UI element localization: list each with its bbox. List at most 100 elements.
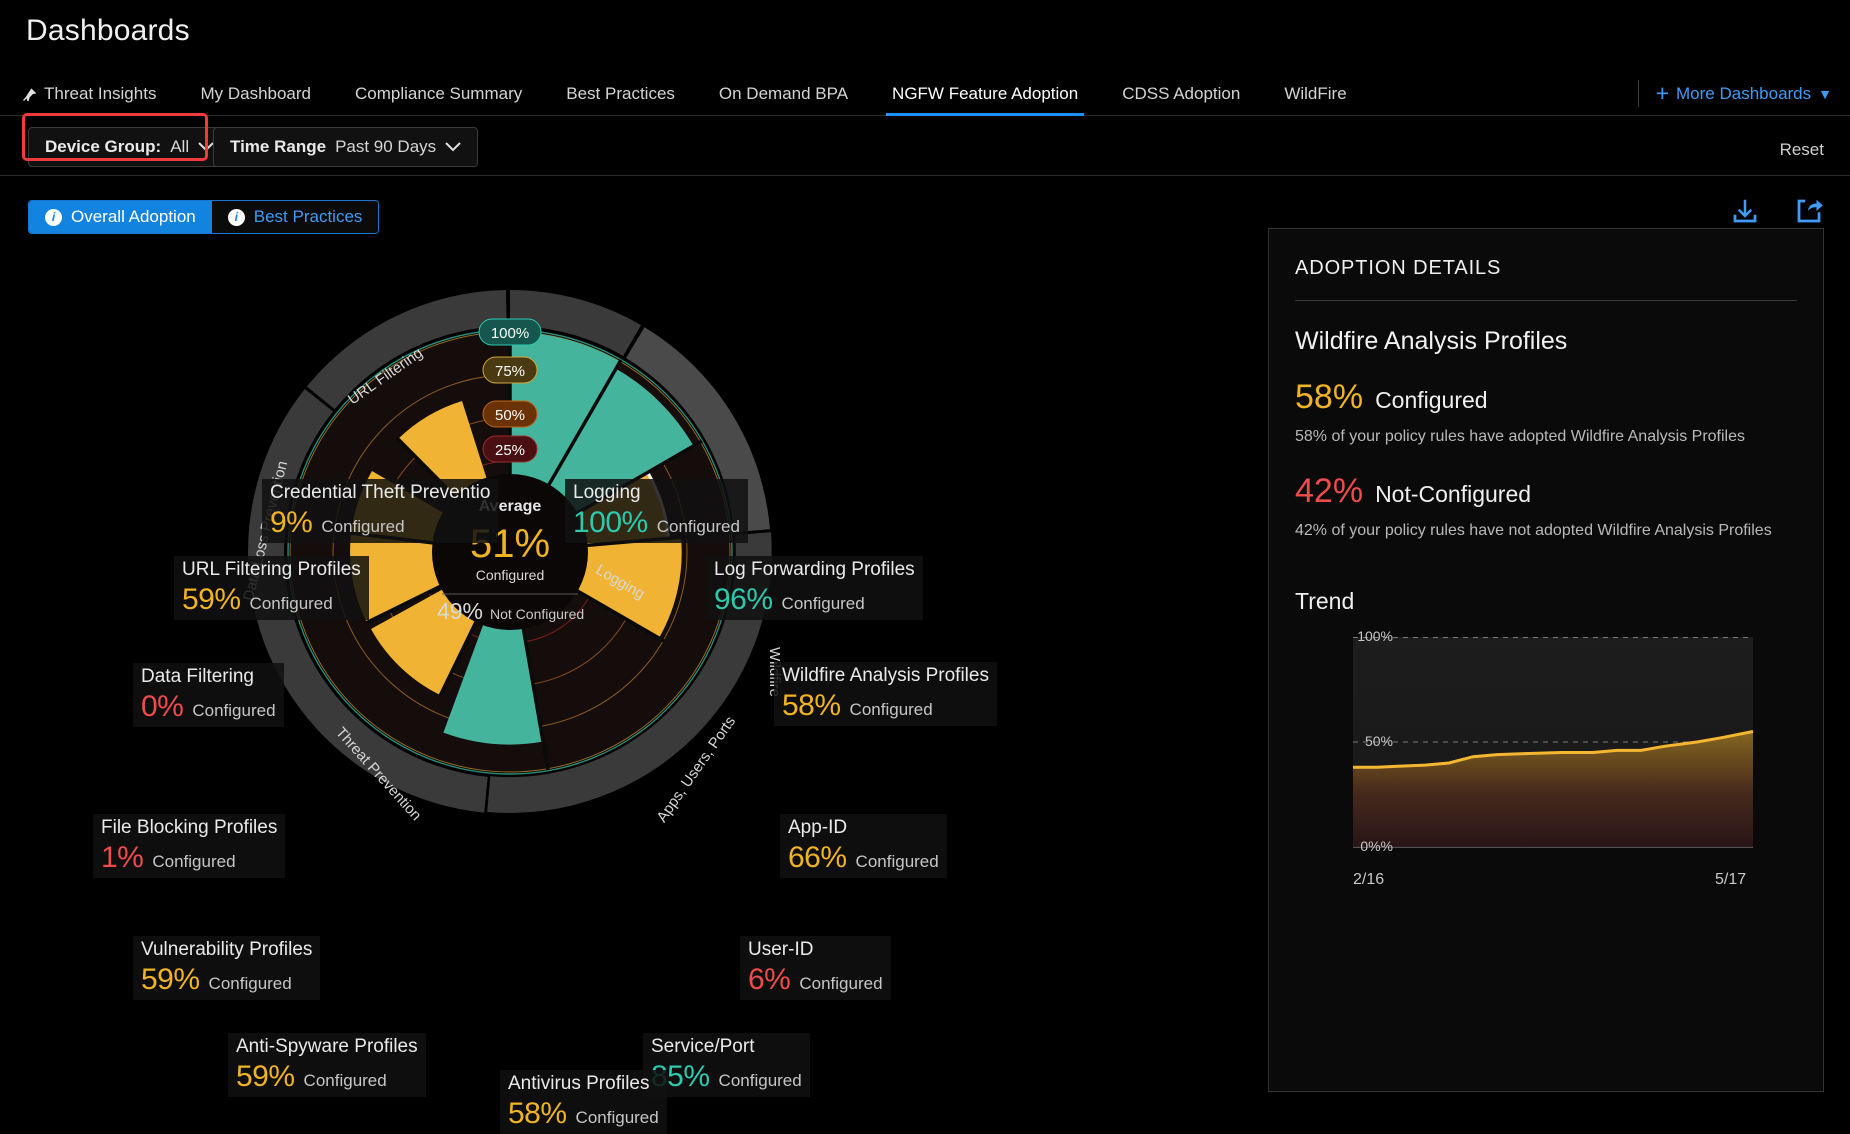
trend-x-tick-start: 2/16	[1353, 871, 1384, 889]
info-icon: i	[45, 209, 62, 226]
plus-icon: +	[1656, 82, 1669, 105]
chart-label-value-row: 85%Configured	[651, 1060, 802, 1094]
download-icon[interactable]	[1730, 196, 1760, 231]
reset-button[interactable]: Reset	[1780, 140, 1824, 160]
chart-label-title: Data Filtering	[141, 666, 276, 688]
device-group-filter[interactable]: Device Group: All	[28, 127, 231, 167]
chevron-down-icon	[445, 142, 461, 152]
chart-label-percent: 59%	[182, 583, 241, 617]
tab-best-practices[interactable]: Best Practices	[544, 72, 697, 115]
trend-y-tick: 50%	[1365, 733, 1393, 749]
chart-label-suffix: Configured	[856, 852, 939, 872]
configured-stat-row: 58% Configured	[1295, 378, 1797, 417]
chart-label-percent: 66%	[788, 841, 847, 875]
chart-label-vulnerability-profiles[interactable]: Vulnerability Profiles59%Configured	[133, 936, 320, 1000]
segment-label: Best Practices	[254, 207, 363, 227]
chart-label-suffix: Configured	[657, 517, 740, 537]
pin-icon	[22, 87, 36, 101]
device-group-value: All	[170, 137, 189, 157]
chevron-down-icon: ▼	[1818, 86, 1832, 102]
svg-text:50%: 50%	[495, 407, 525, 424]
chart-label-value-row: 100%Configured	[573, 506, 740, 540]
chart-label-percent: 6%	[748, 963, 790, 997]
center-not-configured-pct: 49%	[437, 598, 483, 624]
dashboard-tabbar: Threat InsightsMy Dashboard Compliance Su…	[0, 72, 1850, 116]
chart-label-percent: 58%	[508, 1097, 567, 1131]
trend-y-tick: 100%	[1357, 628, 1393, 644]
chart-label-suffix: Configured	[192, 701, 275, 721]
device-group-label: Device Group:	[45, 137, 161, 157]
chart-label-title: App-ID	[788, 817, 939, 839]
chart-label-title: Wildfire Analysis Profiles	[782, 665, 989, 687]
chart-label-title: Vulnerability Profiles	[141, 939, 312, 961]
tab-on-demand-bpa[interactable]: On Demand BPA	[697, 72, 870, 115]
chart-label-antivirus-profiles[interactable]: Antivirus Profiles58%Configured	[500, 1070, 667, 1134]
adoption-details-heading: ADOPTION DETAILS	[1295, 257, 1797, 280]
chart-label-logging[interactable]: Logging100%Configured	[565, 479, 748, 543]
configured-description: 58% of your policy rules have adopted Wi…	[1295, 425, 1797, 450]
chart-label-title: Service/Port	[651, 1036, 802, 1058]
chart-label-user-id[interactable]: User-ID6% Configured	[740, 936, 891, 1000]
not-configured-description: 42% of your policy rules have not adopte…	[1295, 519, 1797, 544]
chart-label-suffix: Configured	[209, 974, 292, 994]
chart-label-title: Log Forwarding Profiles	[714, 559, 915, 581]
chart-label-title: File Blocking Profiles	[101, 817, 277, 839]
chart-label-percent: 58%	[782, 689, 841, 723]
trend-y-tick: 0%%	[1360, 838, 1393, 854]
chart-label-suffix: Configured	[321, 517, 404, 537]
chart-label-value-row: 9%Configured	[270, 506, 490, 540]
chart-label-value-row: 6% Configured	[748, 963, 883, 997]
chart-label-url-filtering-profiles[interactable]: URL Filtering Profiles59% Configured	[174, 556, 369, 620]
chevron-down-icon	[198, 142, 214, 152]
svg-text:100%: 100%	[491, 325, 529, 342]
segment-best-practices[interactable]: i Best Practices	[212, 201, 379, 233]
tab-wildfire[interactable]: WildFire	[1262, 72, 1368, 115]
tab-ngfw-feature-adoption[interactable]: NGFW Feature Adoption	[870, 72, 1100, 115]
tab-label: Compliance Summary	[355, 84, 522, 104]
chart-label-app-id[interactable]: App-ID66% Configured	[780, 814, 947, 878]
chart-label-suffix: Configured	[250, 594, 333, 614]
chart-label-log-forwarding-profiles[interactable]: Log Forwarding Profiles96%Configured	[706, 556, 923, 620]
tab-label: WildFire	[1284, 84, 1346, 104]
not-configured-stat-row: 42% Not-Configured	[1295, 472, 1797, 511]
chart-label-credential-theft-preventio[interactable]: Credential Theft Preventio9%Configured	[262, 479, 498, 543]
center-not-configured-label: Not Configured	[490, 606, 584, 622]
divider	[1295, 300, 1797, 301]
tab-label: NGFW Feature Adoption	[892, 84, 1078, 104]
time-range-label: Time Range	[230, 137, 326, 157]
tab-my-dashboard[interactable]: My Dashboard	[178, 72, 333, 115]
chart-label-value-row: 58%Configured	[508, 1097, 659, 1131]
view-toggle-group: iOverall AdoptioniBest Practices	[28, 200, 379, 234]
filter-bar: Device Group: All Time Range Past 90 Day…	[0, 116, 1850, 176]
segment-overall-adoption[interactable]: iOverall Adoption	[29, 201, 212, 233]
trend-heading: Trend	[1295, 588, 1797, 615]
chart-label-value-row: 66% Configured	[788, 841, 939, 875]
tab-cdss-adoption[interactable]: CDSS Adoption	[1100, 72, 1262, 115]
more-dashboards-button[interactable]: + More Dashboards ▼	[1638, 72, 1832, 115]
time-range-filter[interactable]: Time Range Past 90 Days	[213, 127, 478, 167]
chart-label-wildfire-analysis-profiles[interactable]: Wildfire Analysis Profiles58%Configured	[774, 662, 997, 726]
chart-label-value-row: 96%Configured	[714, 583, 915, 617]
share-icon[interactable]	[1794, 196, 1824, 231]
chart-label-title: User-ID	[748, 939, 883, 961]
chart-label-value-row: 58%Configured	[782, 689, 989, 723]
chart-label-value-row: 59% Configured	[182, 583, 361, 617]
chart-label-value-row: 1%Configured	[101, 841, 277, 875]
chart-label-file-blocking-profiles[interactable]: File Blocking Profiles1%Configured	[93, 814, 285, 878]
chart-label-anti-spyware-profiles[interactable]: Anti-Spyware Profiles59%Configured	[228, 1033, 426, 1097]
chart-label-value-row: 0%Configured	[141, 690, 276, 724]
chart-label-service-port[interactable]: Service/Port85%Configured	[643, 1033, 810, 1097]
chart-label-title: Antivirus Profiles	[508, 1073, 659, 1095]
tab-threat-insights[interactable]: Threat Insights	[0, 72, 178, 115]
configured-label: Configured	[1375, 387, 1488, 414]
chart-label-data-filtering[interactable]: Data Filtering0%Configured	[133, 663, 284, 727]
chart-label-title: URL Filtering Profiles	[182, 559, 361, 581]
time-range-value: Past 90 Days	[335, 137, 436, 157]
chart-label-suffix: Configured	[782, 594, 865, 614]
chart-label-value-row: 59%Configured	[141, 963, 312, 997]
page-title: Dashboards	[26, 14, 190, 48]
chart-label-suffix: Configured	[799, 974, 882, 994]
feature-adoption-radial-chart: Logging Wildfire Apps, Users, Ports Thre…	[0, 232, 1255, 1100]
info-icon: i	[228, 209, 245, 226]
tab-compliance-summary[interactable]: Compliance Summary	[333, 72, 544, 115]
